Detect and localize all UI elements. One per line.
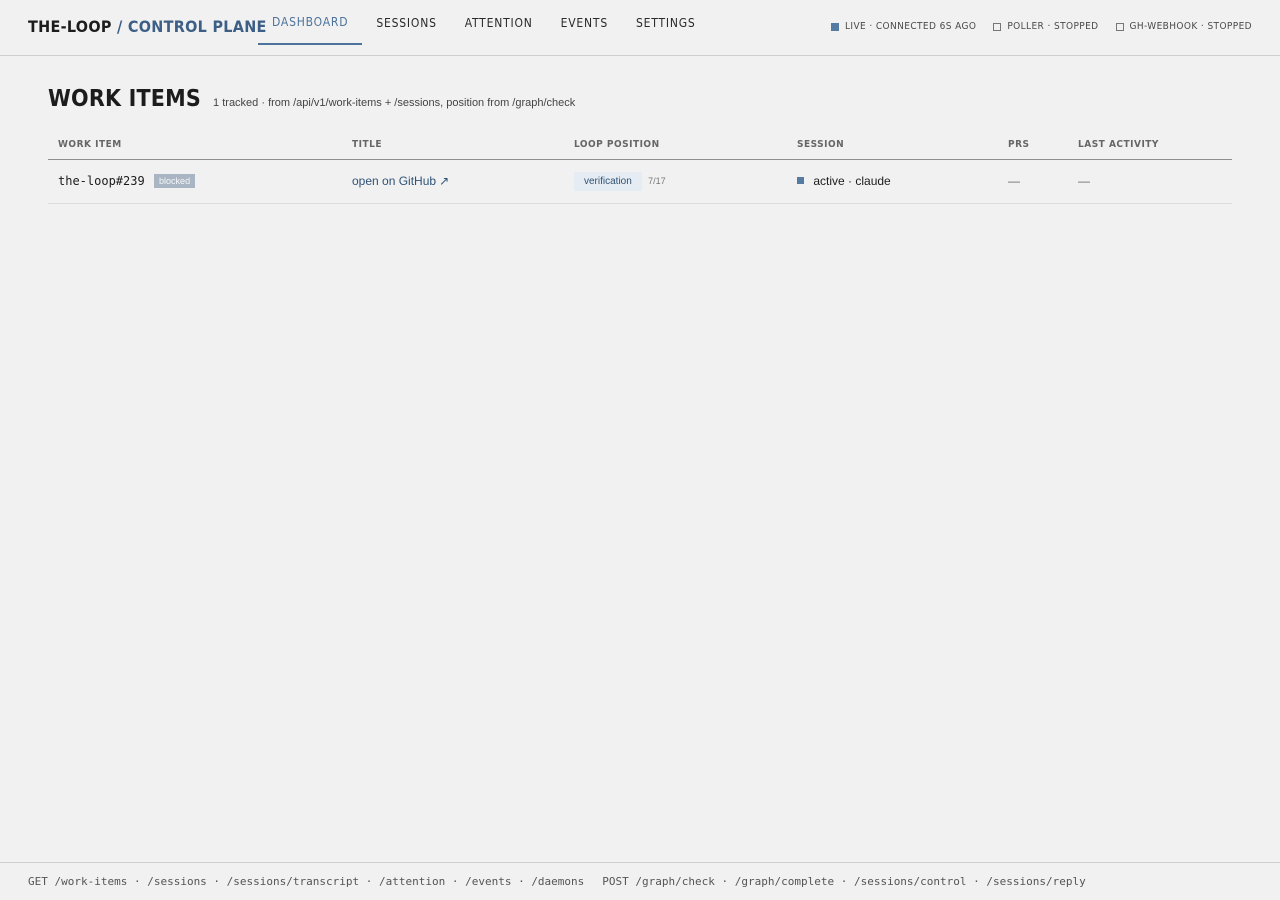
- brand-name: THE-LOOP: [28, 17, 112, 36]
- page-header: WORK ITEMS 1 tracked · from /api/v1/work…: [48, 86, 575, 112]
- top-bar: THE-LOOP / CONTROL PLANE DASHBOARD SESSI…: [0, 0, 1280, 56]
- column-header-title[interactable]: TITLE: [342, 130, 564, 160]
- loop-position-pill: verification: [574, 171, 642, 191]
- footer-post-endpoints: POST /graph/check · /graph/complete · /s…: [602, 875, 1086, 888]
- api-endpoints-footer: GET /work-items · /sessions · /sessions/…: [0, 862, 1280, 900]
- status-live: LIVE · CONNECTED 6S AGO: [830, 21, 977, 32]
- table-header-row: WORK ITEM TITLE LOOP POSITION SESSION PR…: [48, 130, 1232, 160]
- filled-square-icon: [830, 22, 839, 31]
- page-subtitle: 1 tracked · from /api/v1/work-items + /s…: [213, 97, 576, 109]
- tab-settings[interactable]: SETTINGS: [622, 0, 710, 45]
- tab-events[interactable]: EVENTS: [547, 0, 622, 45]
- github-link-label: open on GitHub: [352, 174, 437, 188]
- status-live-label: LIVE · CONNECTED 6S AGO: [844, 21, 977, 32]
- cell-session: active · claude: [787, 159, 998, 204]
- loop-position-count: 7/17: [648, 175, 666, 186]
- arrow-up-right-icon: ↗: [439, 174, 450, 188]
- status-badge: blocked: [154, 174, 196, 188]
- cell-title: open on GitHub ↗: [342, 159, 564, 204]
- github-link[interactable]: open on GitHub ↗: [352, 174, 449, 188]
- cell-last-activity: —: [1068, 159, 1232, 204]
- cell-prs: —: [998, 159, 1068, 204]
- column-header-session[interactable]: SESSION: [787, 130, 998, 160]
- footer-get-endpoints: GET /work-items · /sessions · /sessions/…: [28, 875, 585, 888]
- cell-loop-position: verification 7/17: [564, 159, 787, 204]
- status-webhook: GH-WEBHOOK · STOPPED: [1115, 21, 1252, 32]
- column-header-prs[interactable]: PRS: [998, 130, 1068, 160]
- session-label[interactable]: active · claude: [813, 174, 890, 188]
- page-title: WORK ITEMS: [48, 86, 202, 112]
- work-items-table: WORK ITEM TITLE LOOP POSITION SESSION PR…: [48, 130, 1232, 204]
- brand-subtitle: / CONTROL PLANE: [117, 17, 267, 36]
- table-row[interactable]: the-loop#239 blocked open on GitHub ↗ ver…: [48, 159, 1232, 204]
- session-status-icon: [797, 177, 804, 184]
- tab-attention[interactable]: ATTENTION: [451, 0, 547, 45]
- cell-work-item: the-loop#239 blocked: [48, 159, 342, 204]
- tab-dashboard[interactable]: DASHBOARD: [258, 0, 363, 45]
- column-header-loop-position[interactable]: LOOP POSITION: [564, 130, 787, 160]
- tab-sessions[interactable]: SESSIONS: [362, 0, 450, 45]
- empty-square-icon: [993, 22, 1002, 31]
- status-poller-label: POLLER · STOPPED: [1007, 21, 1099, 32]
- column-header-work-item[interactable]: WORK ITEM: [48, 130, 342, 160]
- brand-logo[interactable]: THE-LOOP / CONTROL PLANE: [28, 17, 267, 36]
- status-webhook-label: GH-WEBHOOK · STOPPED: [1129, 21, 1252, 32]
- column-header-last-activity[interactable]: LAST ACTIVITY: [1068, 130, 1232, 160]
- status-poller: POLLER · STOPPED: [993, 21, 1098, 32]
- main-nav: DASHBOARD SESSIONS ATTENTION EVENTS SETT…: [258, 0, 710, 56]
- empty-square-icon: [1115, 22, 1124, 31]
- work-item-id[interactable]: the-loop#239: [58, 174, 145, 188]
- daemon-status-bar: LIVE · CONNECTED 6S AGO POLLER · STOPPED…: [814, 21, 1252, 32]
